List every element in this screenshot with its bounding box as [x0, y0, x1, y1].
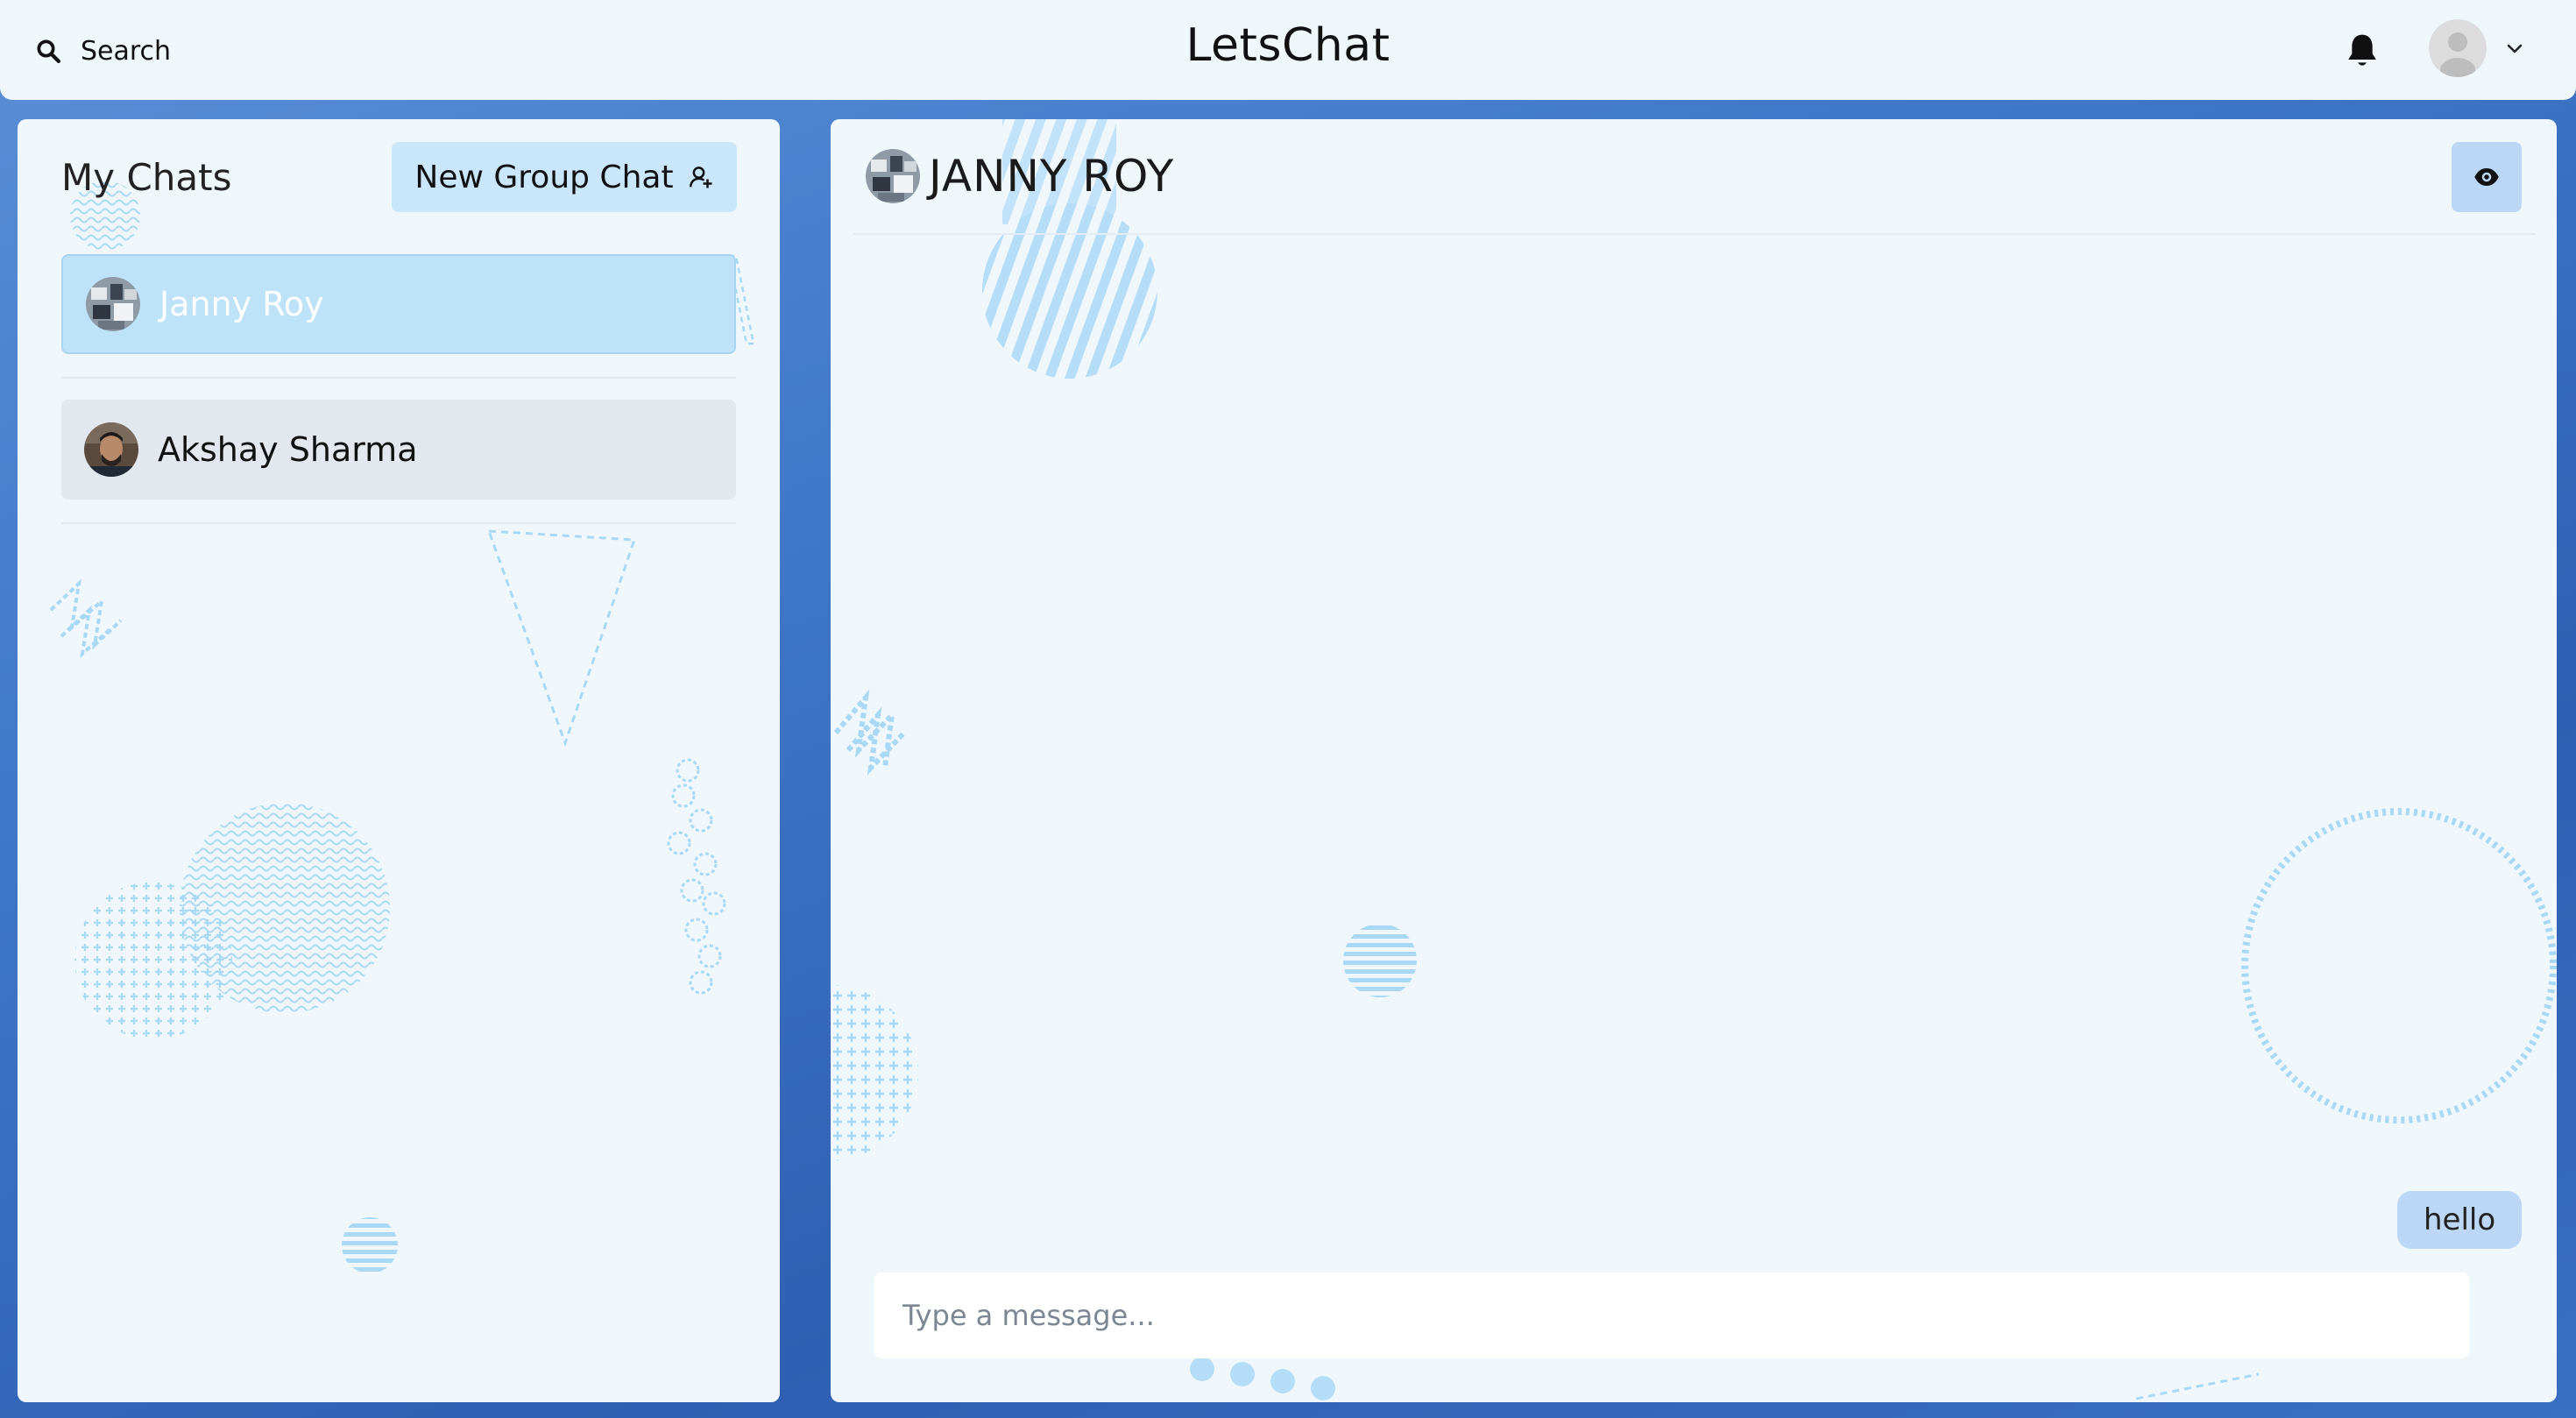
my-chats-panel: My Chats New Group Chat Janny Roy Akshay… [18, 119, 780, 1402]
chat-header: JANNY ROY [866, 149, 1174, 203]
bell-icon[interactable] [2345, 32, 2380, 70]
new-group-chat-label: New Group Chat [414, 159, 674, 195]
user-avatar-icon [2429, 19, 2487, 77]
add-group-icon [689, 167, 712, 188]
message-bubble: hello [2397, 1191, 2523, 1249]
divider [853, 233, 2536, 235]
chat-item-name: Janny Roy [159, 285, 324, 323]
avatar [86, 277, 140, 331]
avatar [84, 422, 138, 477]
eye-icon [2474, 168, 2499, 186]
my-chats-title: My Chats [61, 156, 232, 199]
profile-menu[interactable] [2429, 19, 2525, 77]
background-pattern [831, 119, 2557, 1400]
avatar [866, 149, 920, 203]
new-group-chat-button[interactable]: New Group Chat [392, 142, 737, 212]
chat-header-name: JANNY ROY [929, 151, 1175, 202]
chat-item-akshay-sharma[interactable]: Akshay Sharma [61, 400, 736, 500]
chat-panel: JANNY ROY hello [831, 119, 2557, 1402]
app-title: LetsChat [1185, 19, 1391, 72]
top-bar: Search LetsChat [0, 0, 2576, 100]
chat-item-name: Akshay Sharma [158, 430, 418, 469]
message-input[interactable] [874, 1273, 2469, 1358]
view-profile-button[interactable] [2452, 142, 2522, 212]
chat-item-janny-roy[interactable]: Janny Roy [61, 254, 736, 354]
chevron-down-icon [2507, 44, 2523, 53]
divider [61, 522, 736, 524]
divider [61, 377, 736, 379]
